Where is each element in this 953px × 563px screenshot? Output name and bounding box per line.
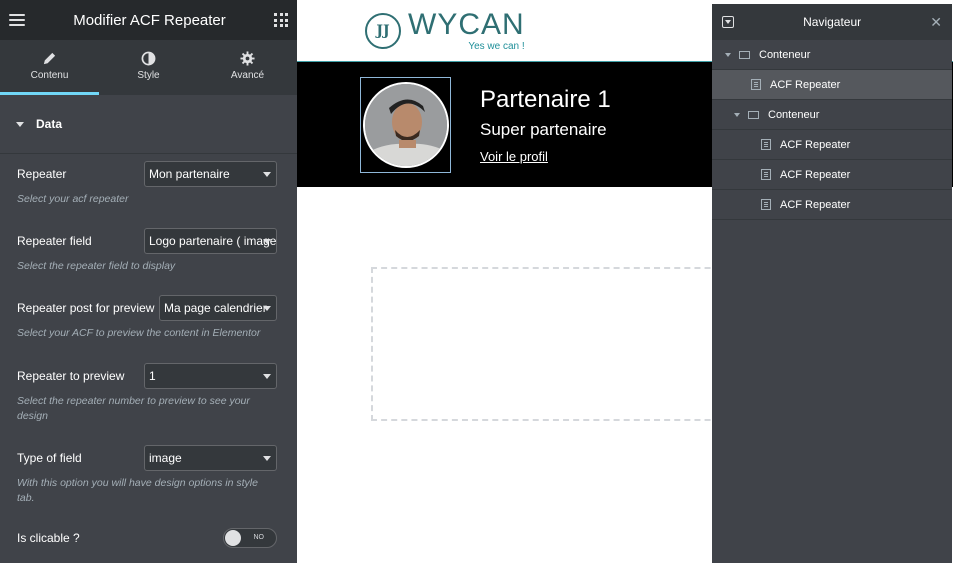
panel-tabs: Contenu Style Avancé (0, 40, 297, 95)
tab-contenu[interactable]: Contenu (0, 40, 99, 95)
nav-item-container[interactable]: Conteneur (712, 40, 952, 70)
navigator-header[interactable]: Navigateur ✕ (712, 4, 952, 40)
post-preview-select[interactable]: Ma page calendrier (159, 295, 277, 321)
hamburger-icon[interactable] (9, 14, 25, 26)
apps-grid-icon[interactable] (274, 13, 288, 27)
toggle-state: NO (253, 534, 265, 541)
logo-tagline: Yes we can ! (468, 41, 525, 52)
nav-item-label: Conteneur (759, 48, 811, 61)
toggle-knob (225, 530, 241, 546)
empty-drop-zone[interactable] (371, 267, 751, 421)
select-value: Mon partenaire (149, 167, 230, 181)
control-label: Repeater (17, 167, 67, 181)
control-label: Repeater post for preview (17, 301, 155, 315)
partner-name: Partenaire 1 (480, 86, 611, 113)
repeater-preview-select[interactable]: 1 (144, 363, 277, 389)
widget-icon (761, 169, 771, 180)
field-type-select[interactable]: image (144, 445, 277, 471)
control-description: Select the repeater number to preview to… (17, 395, 250, 422)
container-icon (748, 110, 759, 119)
control-label: Is clicable ? (17, 531, 80, 545)
close-icon[interactable]: ✕ (930, 14, 942, 31)
gear-icon (240, 51, 255, 66)
site-logo[interactable]: JJ WYCAN Yes we can ! (365, 10, 525, 52)
nav-item-label: ACF Repeater (780, 168, 851, 181)
control-description: Select your acf repeater (17, 193, 129, 205)
nav-item-label: ACF Repeater (780, 138, 851, 151)
panel-header: Modifier ACF Repeater (0, 0, 297, 40)
select-value: Logo partenaire ( image ) (149, 234, 276, 248)
control-clickable: Is clicable ? NO (17, 525, 277, 551)
nav-item-label: Conteneur (768, 108, 820, 121)
view-profile-link[interactable]: Voir le profil (480, 149, 548, 164)
control-label: Repeater to preview (17, 369, 125, 383)
control-field-type: Type of field image With this option you… (17, 445, 277, 506)
chevron-down-icon (263, 172, 271, 177)
widget-icon (761, 139, 771, 150)
control-repeater-field: Repeater field Logo partenaire ( image )… (17, 228, 277, 274)
widget-icon (761, 199, 771, 210)
clickable-toggle[interactable]: NO (223, 528, 277, 548)
control-repeater-preview: Repeater to preview 1 Select the repeate… (17, 363, 277, 424)
select-value: Ma page calendrier (164, 301, 267, 315)
section-data-toggle[interactable]: Data (0, 95, 297, 154)
control-description: Select your ACF to preview the content i… (17, 327, 261, 339)
expand-arrow-icon[interactable] (734, 112, 740, 117)
repeater-field-select[interactable]: Logo partenaire ( image ) (144, 228, 277, 254)
logo-mark: JJ (365, 13, 401, 49)
tab-avance[interactable]: Avancé (198, 40, 297, 95)
nav-item-acf-repeater[interactable]: ACF Repeater (712, 70, 952, 100)
control-description: With this option you will have design op… (17, 477, 258, 504)
expand-arrow-icon[interactable] (725, 52, 731, 57)
avatar-frame[interactable] (360, 77, 451, 173)
section-title: Data (36, 117, 63, 131)
control-label: Repeater field (17, 234, 92, 248)
control-description: Select the repeater field to display (17, 260, 176, 272)
navigator-title: Navigateur (803, 15, 862, 29)
nav-item-acf-repeater[interactable]: ACF Repeater (712, 130, 952, 160)
caret-down-icon (16, 121, 24, 127)
nav-item-acf-repeater[interactable]: ACF Repeater (712, 160, 952, 190)
control-repeater: Repeater Mon partenaire Select your acf … (17, 161, 277, 207)
chevron-down-icon (263, 374, 271, 379)
partner-subtitle: Super partenaire (480, 120, 607, 139)
logo-wordmark: WYCAN (408, 8, 525, 41)
select-value: image (149, 451, 182, 465)
tab-label: Avancé (230, 70, 265, 81)
chevron-down-icon (263, 306, 271, 311)
panel-title: Modifier ACF Repeater (73, 11, 226, 29)
chevron-down-icon (263, 239, 271, 244)
container-icon (739, 50, 750, 59)
navigator-panel: Navigateur ✕ Conteneur ACF Repeater Cont… (712, 4, 952, 563)
contrast-icon (141, 51, 156, 66)
select-value: 1 (149, 369, 156, 383)
control-post-preview: Repeater post for preview Ma page calend… (17, 295, 277, 341)
nav-item-label: ACF Repeater (780, 198, 851, 211)
pencil-icon (43, 52, 56, 65)
collapse-icon[interactable] (722, 16, 734, 28)
tab-style[interactable]: Style (99, 40, 198, 95)
widget-icon (751, 79, 761, 90)
editor-panel: Modifier ACF Repeater Contenu Style Avan… (0, 0, 297, 563)
tab-label: Contenu (30, 70, 69, 81)
control-label: Type of field (17, 451, 82, 465)
chevron-down-icon (263, 456, 271, 461)
nav-item-acf-repeater[interactable]: ACF Repeater (712, 190, 952, 220)
nav-item-container[interactable]: Conteneur (712, 100, 952, 130)
repeater-select[interactable]: Mon partenaire (144, 161, 277, 187)
partner-avatar (362, 82, 449, 168)
nav-item-label: ACF Repeater (770, 78, 841, 91)
tab-label: Style (137, 70, 160, 81)
